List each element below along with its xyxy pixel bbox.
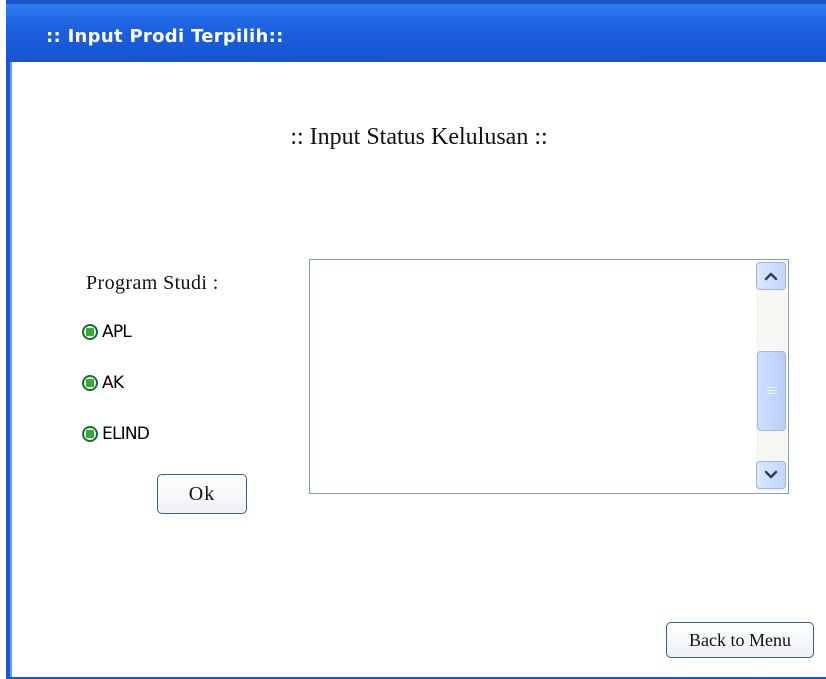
- radio-label-apl: APL: [102, 322, 132, 342]
- radio-selected-icon[interactable]: [82, 426, 98, 442]
- radio-ak[interactable]: AK: [82, 373, 124, 393]
- window-frame-left-highlight: [10, 62, 12, 679]
- back-to-menu-button[interactable]: Back to Menu: [666, 622, 814, 658]
- radio-apl[interactable]: APL: [82, 322, 132, 342]
- radio-label-elind: ELIND: [102, 424, 150, 444]
- scroll-grip-icon: [766, 386, 777, 396]
- radio-selected-icon[interactable]: [82, 375, 98, 391]
- vertical-scrollbar[interactable]: [756, 261, 787, 491]
- page-heading: :: Input Status Kelulusan ::: [290, 124, 548, 150]
- ok-button[interactable]: Ok: [157, 474, 247, 514]
- scroll-thumb[interactable]: [757, 351, 786, 431]
- scroll-down-icon: [764, 470, 778, 479]
- title-bar: :: Input Prodi Terpilih::: [6, 0, 826, 62]
- scroll-up-icon: [764, 272, 778, 281]
- program-studi-label: Program Studi :: [86, 272, 219, 294]
- scroll-down-button[interactable]: [756, 461, 786, 489]
- radio-elind[interactable]: ELIND: [82, 424, 150, 444]
- radio-selected-icon[interactable]: [82, 324, 98, 340]
- status-listbox[interactable]: [309, 259, 789, 494]
- scroll-up-button[interactable]: [756, 262, 786, 290]
- window-title: :: Input Prodi Terpilih::: [46, 26, 284, 47]
- radio-label-ak: AK: [102, 373, 124, 393]
